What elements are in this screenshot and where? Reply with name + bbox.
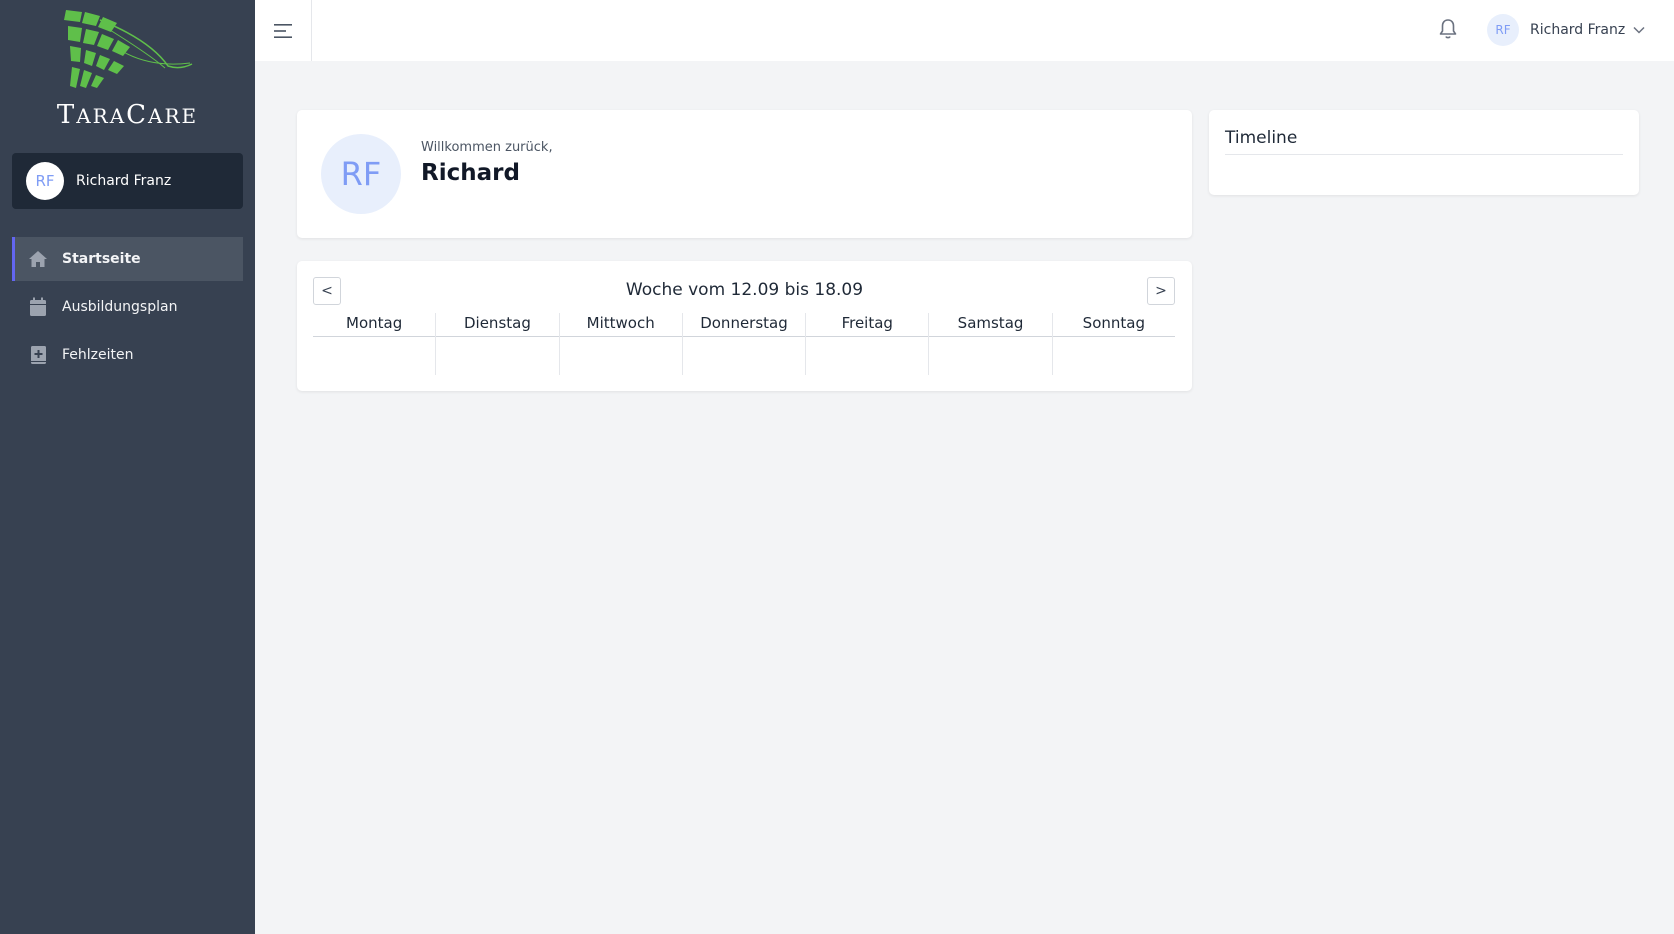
day-column: Samstag: [928, 313, 1052, 375]
day-header: Mittwoch: [559, 313, 682, 337]
chevron-down-icon: [1633, 26, 1645, 34]
avatar: RF: [1487, 14, 1519, 46]
timeline-title: Timeline: [1225, 128, 1623, 155]
day-column: Montag: [313, 313, 436, 375]
header-user-name: Richard Franz: [1530, 22, 1626, 38]
day-cell[interactable]: [436, 337, 558, 375]
notifications-button[interactable]: [1436, 17, 1460, 41]
sidebar-nav: Startseite Ausbildungsplan Fehlzeiten: [12, 237, 243, 381]
day-column: Freitag: [805, 313, 929, 375]
logo-leaf-icon: [64, 10, 193, 88]
day-column: Mittwoch: [558, 313, 682, 375]
sidebar-user-card[interactable]: RF Richard Franz: [12, 153, 243, 209]
bell-icon: [1439, 19, 1457, 39]
welcome-greeting: Willkommen zurück,: [421, 140, 553, 155]
day-column: Sonntag: [1051, 313, 1175, 375]
week-grid: Montag Dienstag Mittwoch Donnerstag Frei…: [313, 313, 1175, 375]
day-column: Donnerstag: [681, 313, 806, 375]
sidebar: TARACARE RF Richard Franz Startseite Aus…: [0, 0, 255, 934]
day-cell[interactable]: [560, 337, 682, 375]
day-cell[interactable]: [683, 337, 805, 375]
top-header: RF Richard Franz: [255, 0, 1674, 61]
week-calendar-card: < Woche vom 12.09 bis 18.09 > Montag Die…: [297, 261, 1192, 391]
day-header: Montag: [313, 313, 436, 337]
avatar: RF: [26, 162, 64, 200]
day-cell[interactable]: [1053, 337, 1175, 375]
hamburger-icon: [274, 23, 292, 38]
sidebar-item-startseite[interactable]: Startseite: [12, 237, 243, 281]
day-header: Freitag: [806, 313, 929, 337]
day-column: Dienstag: [435, 313, 559, 375]
sidebar-item-label: Startseite: [62, 251, 141, 267]
medical-book-icon: [28, 345, 48, 365]
timeline-card: Timeline: [1209, 110, 1639, 195]
home-icon: [28, 249, 48, 269]
next-week-button[interactable]: >: [1147, 277, 1175, 305]
taracare-logo[interactable]: TARACARE: [0, 0, 255, 135]
week-title: Woche vom 12.09 bis 18.09: [625, 280, 864, 300]
day-header: Dienstag: [436, 313, 559, 337]
sidebar-item-label: Fehlzeiten: [62, 347, 134, 363]
sidebar-item-ausbildungsplan[interactable]: Ausbildungsplan: [12, 285, 243, 329]
app: TARACARE RF Richard Franz Startseite Aus…: [0, 0, 1674, 934]
avatar: RF: [321, 134, 401, 214]
welcome-name: Richard: [421, 160, 520, 186]
menu-toggle-button[interactable]: [255, 0, 312, 61]
sidebar-item-fehlzeiten[interactable]: Fehlzeiten: [12, 333, 243, 377]
logo-wordmark: TARACARE: [0, 100, 255, 130]
calendar-icon: [28, 297, 48, 317]
day-cell[interactable]: [806, 337, 928, 375]
logo-letter-t: T: [56, 100, 77, 130]
day-cell[interactable]: [929, 337, 1051, 375]
logo-letters-ara: ARA: [76, 104, 127, 128]
logo-letters-are: ARE: [148, 104, 199, 128]
day-header: Donnerstag: [682, 313, 806, 337]
day-header: Sonntag: [1052, 313, 1175, 337]
logo-letter-c: C: [126, 100, 149, 130]
day-header: Samstag: [929, 313, 1052, 337]
day-cell[interactable]: [313, 337, 435, 375]
user-menu-dropdown[interactable]: RF Richard Franz: [1487, 13, 1645, 47]
sidebar-item-label: Ausbildungsplan: [62, 299, 178, 315]
welcome-card: RF Willkommen zurück, Richard: [297, 110, 1192, 238]
sidebar-user-name: Richard Franz: [76, 173, 172, 189]
